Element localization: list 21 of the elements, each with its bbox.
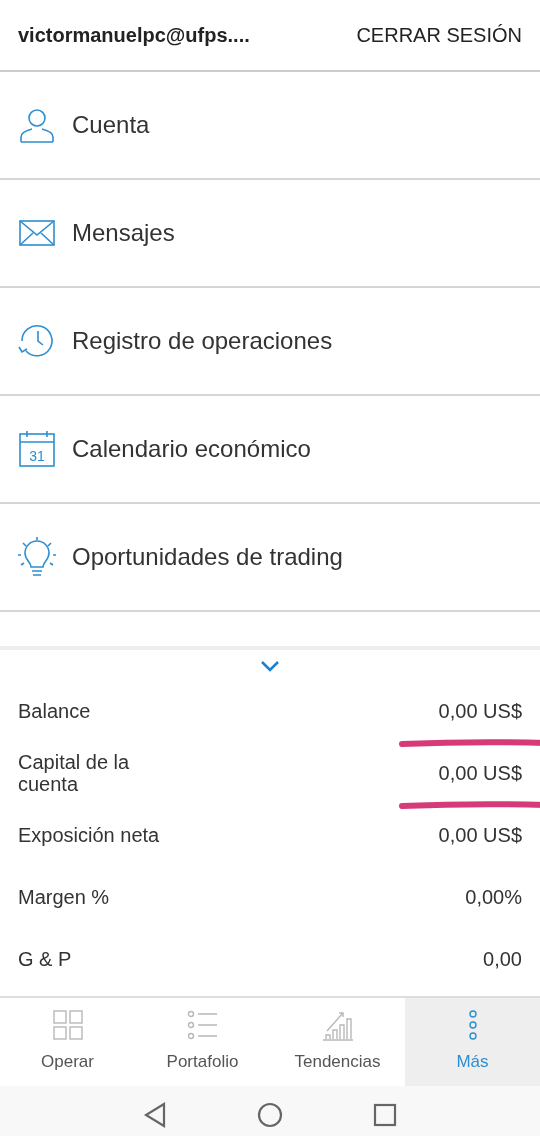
summary-label: Capital de la cuenta	[18, 751, 131, 795]
expand-chevron-icon[interactable]	[260, 660, 280, 672]
summary-value: 0,00 US$	[438, 758, 522, 788]
account-email: victormanuelpc@ufps....	[18, 23, 250, 48]
home-icon[interactable]	[257, 1102, 283, 1128]
summary-label: Balance	[18, 700, 92, 722]
summary-value: 0,00	[483, 947, 522, 972]
back-icon[interactable]	[143, 1102, 167, 1128]
summary-label: G & P	[18, 948, 73, 970]
more-icon	[468, 1009, 477, 1042]
bar-chart-icon	[321, 1009, 354, 1042]
summary-value: 0,00 US$	[438, 696, 522, 726]
recents-icon[interactable]	[373, 1103, 397, 1127]
summary-label: Margen %	[18, 886, 111, 908]
lightbulb-icon	[18, 537, 56, 577]
list-icon	[186, 1009, 219, 1042]
summary-label: Exposición neta	[18, 824, 161, 846]
summary-value: 0,00 US$	[438, 823, 522, 848]
summary-value: 0,00%	[465, 885, 522, 910]
grid-icon	[51, 1009, 84, 1042]
logout-button[interactable]: CERRAR SESIÓN	[356, 20, 522, 50]
